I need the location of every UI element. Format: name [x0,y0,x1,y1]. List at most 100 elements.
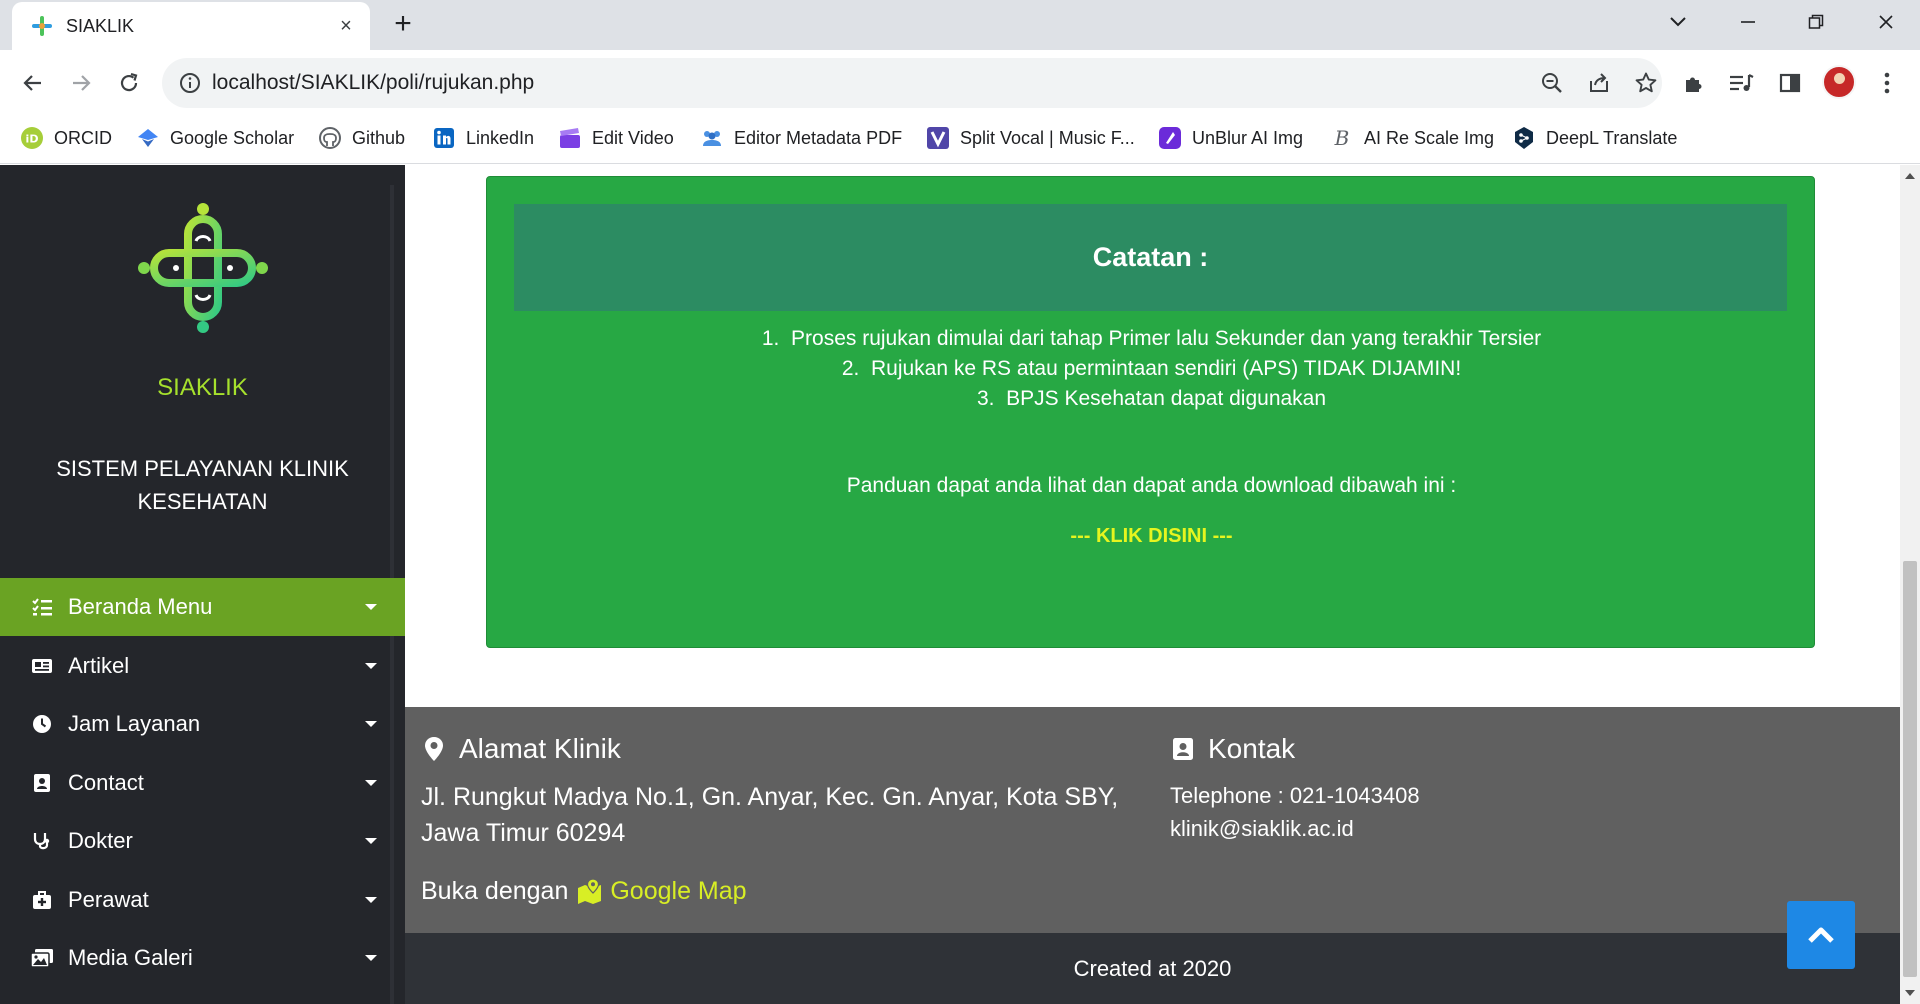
bookmark-github[interactable]: Github [318,124,405,152]
site-info-icon[interactable] [178,71,202,95]
main-content: Catatan : 1. Proses rujukan dimulai dari… [405,165,1900,1004]
page-scrollbar[interactable] [1900,165,1920,1004]
clapperboard-icon [558,126,582,150]
scroll-down-arrow-icon[interactable] [1905,990,1915,996]
menu-label: Perawat [68,887,149,912]
share-icon[interactable] [1586,70,1612,96]
orcid-icon: iD [20,126,44,150]
browser-tab[interactable]: SIAKLIK × [12,2,370,50]
siaklik-favicon-icon [30,14,54,38]
tab-close-icon[interactable]: × [334,14,358,38]
menu-label: Contact [68,770,144,795]
contact-card-icon [30,771,54,795]
window-close-icon[interactable] [1858,0,1914,44]
url-text[interactable]: localhost/SIAKLIK/poli/rujukan.php [212,71,534,95]
open-with-label: Buka dengan [421,877,569,905]
bookmark-ai-rescale[interactable]: B AI Re Scale Img [1330,124,1494,152]
site-footer: Alamat Klinik Jl. Rungkut Madya No.1, Gn… [405,707,1900,933]
copyright-bar: Created at 2020 [405,933,1900,1004]
new-tab-button[interactable]: + [384,6,422,44]
side-panel-icon[interactable] [1773,66,1807,100]
telephone-text: Telephone : 021-1043408 [1170,783,1420,808]
caret-down-icon [365,721,377,727]
copyright-text: Created at 2020 [1073,955,1232,981]
map-icon [576,878,604,904]
v-logo-icon [926,126,950,150]
minimize-icon[interactable] [1720,0,1776,44]
note-item: 2. Rujukan ke RS atau permintaan sendiri… [841,357,1462,380]
caret-down-icon [365,897,377,903]
github-icon [318,126,342,150]
menu-item-jam-layanan[interactable]: Jam Layanan [0,695,405,753]
menu-item-perawat[interactable]: Perawat [0,871,405,929]
menu-item-contact[interactable]: Contact [0,754,405,812]
address-line-1: Jl. Rungkut Madya No.1, Gn. Anyar, Kec. … [421,783,1119,811]
caret-down-icon [365,663,377,669]
images-icon [30,946,54,970]
bookmark-orcid[interactable]: iD ORCID [20,124,112,152]
list-icon [30,595,54,619]
browser-menu-icon[interactable] [1870,66,1904,100]
address-book-icon [1170,736,1196,762]
note-card: Catatan : 1. Proses rujukan dimulai dari… [486,176,1815,648]
note-item: 1. Proses rujukan dimulai dari tahap Pri… [761,327,1542,350]
bookmark-star-icon[interactable] [1633,70,1659,96]
tab-strip: SIAKLIK × + [0,0,1920,50]
caret-down-icon [365,604,377,610]
bookmark-linkedin[interactable]: LinkedIn [432,124,534,152]
reload-icon[interactable] [110,64,148,102]
profile-avatar[interactable] [1822,65,1856,99]
address-bar[interactable]: localhost/SIAKLIK/poli/rujukan.php [162,58,1662,108]
download-guide-link[interactable]: --- KLIK DISINI --- [487,525,1816,548]
tab-search-icon[interactable] [1650,0,1706,44]
menu-label: Artikel [68,653,130,678]
clock-icon [30,712,54,736]
extensions-icon[interactable] [1677,66,1711,100]
menu-item-beranda[interactable]: Beranda Menu [0,578,405,636]
note-list: 1. Proses rujukan dimulai dari tahap Pri… [487,324,1816,414]
menu-item-artikel[interactable]: Artikel [0,637,405,695]
brand-subtitle: SISTEM PELAYANAN KLINIK KESEHATAN [56,456,349,514]
zoom-icon[interactable] [1539,70,1565,96]
scrollbar-thumb[interactable] [1903,561,1917,977]
b-logo-icon: B [1330,126,1354,150]
newspaper-icon [30,654,54,678]
email-text: klinik@siaklik.ac.id [1170,816,1354,841]
address-heading: Alamat Klinik [421,733,621,765]
unblur-icon [1158,126,1182,150]
bookmark-editor-metadata-pdf[interactable]: Editor Metadata PDF [700,124,902,152]
open-with-row: Buka dengan Google Map [421,873,747,909]
back-to-top-button[interactable] [1787,901,1855,969]
caret-down-icon [365,780,377,786]
bookmark-edit-video[interactable]: Edit Video [558,124,674,152]
menu-label: Jam Layanan [68,711,201,736]
bookmark-split-vocal[interactable]: Split Vocal | Music F... [926,124,1135,152]
stethoscope-icon [30,829,54,853]
scroll-up-arrow-icon[interactable] [1905,173,1915,179]
svg-text:B: B [1334,126,1350,150]
bookmarks-bar: iD ORCID Google Scholar Github LinkedIn … [0,114,1920,164]
guide-text: Panduan dapat anda lihat dan dapat anda … [846,474,1457,497]
note-title: Catatan : [1092,242,1209,272]
back-arrow-icon[interactable] [14,64,52,102]
bookmark-unblur-ai[interactable]: UnBlur AI Img [1158,124,1303,152]
media-queue-icon[interactable] [1724,66,1758,100]
siaklik-logo [136,201,270,335]
menu-item-dokter[interactable]: Dokter [0,812,405,870]
restore-icon[interactable] [1788,0,1844,44]
menu-label: Media Galeri [68,945,193,970]
brand-name: SIAKLIK [157,374,248,401]
bookmark-deepl[interactable]: DeepL Translate [1512,124,1677,152]
linkedin-icon [432,126,456,150]
bookmark-google-scholar[interactable]: Google Scholar [136,124,294,152]
note-header: Catatan : [514,204,1787,311]
menu-item-media-galeri[interactable]: Media Galeri [0,929,405,987]
map-pin-icon [421,736,447,762]
google-map-link[interactable]: Google Map [610,873,746,909]
google-scholar-icon [136,126,160,150]
contact-heading: Kontak [1170,733,1295,765]
medkit-icon [30,888,54,912]
deepl-icon [1512,126,1536,150]
page-viewport: SIAKLIK SISTEM PELAYANAN KLINIK KESEHATA… [0,165,1920,1004]
forward-arrow-icon[interactable] [62,64,100,102]
